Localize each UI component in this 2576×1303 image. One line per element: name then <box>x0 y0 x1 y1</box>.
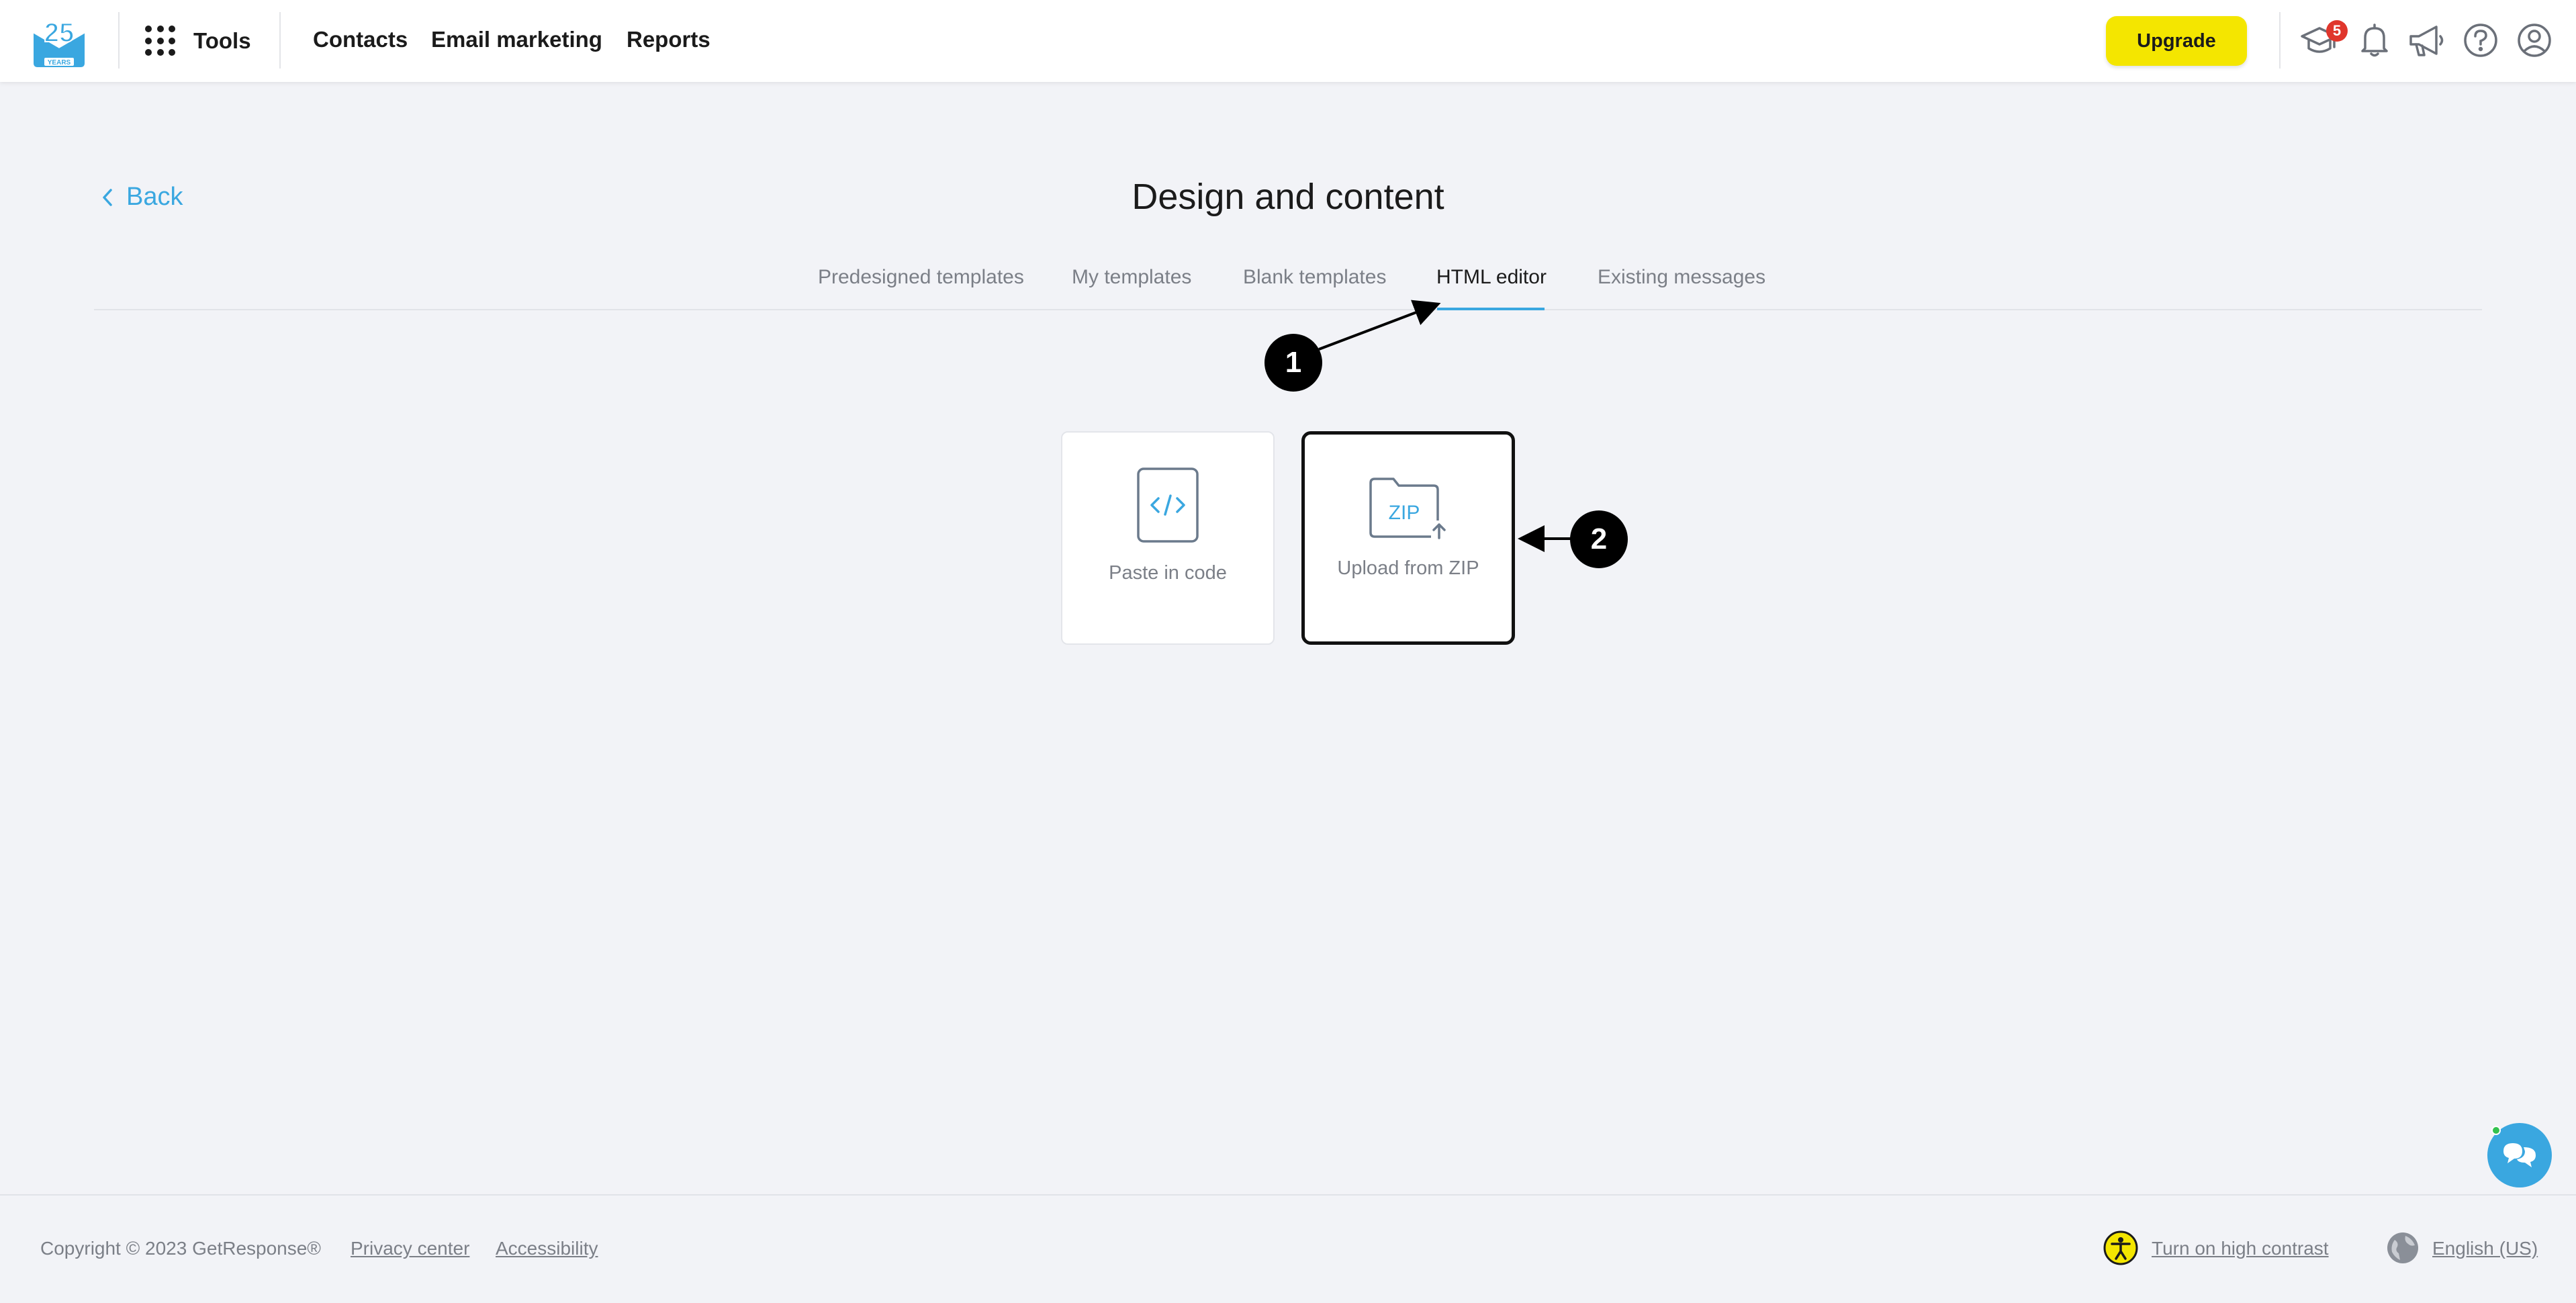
footer-divider <box>0 1194 2576 1196</box>
accessibility-link[interactable]: Accessibility <box>496 1238 598 1259</box>
annotation-arrows <box>1318 300 1575 552</box>
privacy-center-link[interactable]: Privacy center <box>351 1238 469 1259</box>
callout-step-2: 2 <box>1570 510 1628 568</box>
language-selector[interactable]: English (US) <box>2432 1238 2538 1259</box>
online-status-dot <box>2491 1126 2501 1135</box>
copyright-text: Copyright © 2023 GetResponse® <box>40 1238 321 1259</box>
accessibility-icon[interactable] <box>2103 1230 2138 1265</box>
globe-icon <box>2385 1230 2420 1265</box>
high-contrast-link[interactable]: Turn on high contrast <box>2152 1238 2329 1259</box>
callout-step-1: 1 <box>1264 334 1322 392</box>
chat-bubbles-icon <box>2503 1143 2536 1167</box>
